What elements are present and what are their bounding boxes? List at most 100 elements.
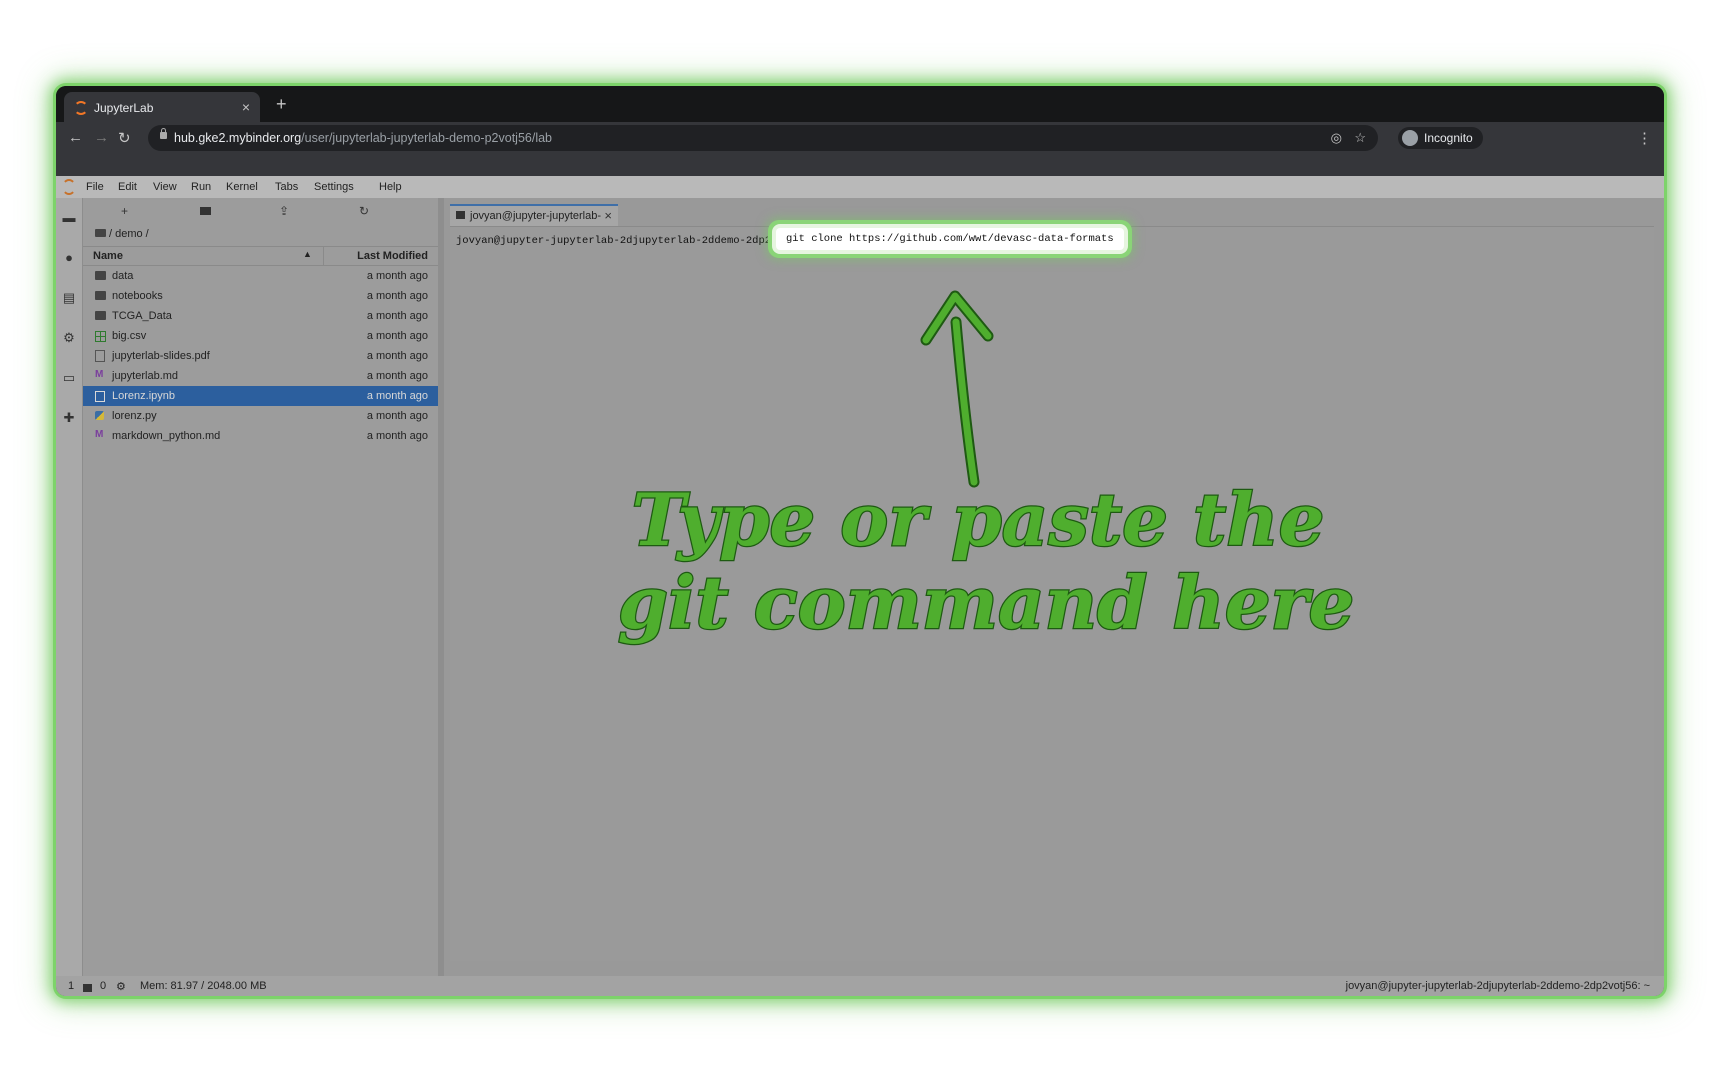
extensions-icon[interactable]: ✚ [62, 411, 76, 424]
file-name: lorenz.py [112, 410, 157, 422]
main-area: jovyan@jupyter-jupyterlab- × jovyan@jupy… [444, 198, 1664, 976]
browser-spacer [56, 154, 1664, 176]
file-row[interactable]: notebooks a month ago [83, 286, 438, 306]
file-row[interactable]: Mmarkdown_python.md a month ago [83, 426, 438, 446]
refresh-icon[interactable]: ↻ [359, 204, 369, 218]
file-browser: + ⇪ ↻ / demo / Name ▲ Last Modified data… [83, 198, 438, 976]
menu-bar: File Edit View Run Kernel Tabs Settings … [56, 176, 1664, 198]
menu-edit[interactable]: Edit [118, 181, 137, 193]
breadcrumb-path[interactable]: / demo / [109, 228, 149, 240]
file-name: markdown_python.md [112, 430, 221, 442]
lock-icon [160, 128, 167, 139]
pdf-file-icon [95, 350, 105, 362]
url-host: hub.gke2.mybinder.org [174, 131, 302, 145]
browser-tab-title: JupyterLab [94, 101, 154, 115]
file-name: jupyterlab.md [112, 370, 179, 382]
markdown-icon: M [95, 369, 104, 380]
file-row[interactable]: data a month ago [83, 266, 438, 286]
running-icon[interactable]: ● [62, 251, 76, 264]
incognito-label: Incognito [1424, 131, 1473, 145]
browser-tab[interactable]: JupyterLab × [64, 92, 260, 122]
jupyterlab-app: File Edit View Run Kernel Tabs Settings … [56, 176, 1664, 996]
file-modified: a month ago [366, 330, 428, 342]
folder-icon [95, 271, 106, 280]
status-memory: Mem: 81.97 / 2048.00 MB [140, 980, 267, 992]
spreadsheet-icon [95, 331, 106, 342]
reload-icon[interactable]: ↻ [118, 129, 131, 147]
file-modified: a month ago [366, 430, 428, 442]
menu-run[interactable]: Run [191, 181, 211, 193]
terminal-prompt: jovyan@jupyter-jupyterlab-2djupyterlab-2… [456, 235, 828, 247]
new-launcher-button[interactable]: + [121, 204, 128, 218]
menu-help[interactable]: Help [379, 181, 402, 193]
upload-icon[interactable]: ⇪ [279, 204, 289, 218]
markdown-icon: M [95, 429, 104, 440]
menu-settings[interactable]: Settings [314, 181, 354, 193]
file-modified: a month ago [366, 310, 428, 322]
python-icon [95, 411, 104, 420]
status-terminal-count[interactable]: 0 [100, 980, 106, 992]
incognito-icon [1402, 130, 1418, 146]
incognito-indicator[interactable]: Incognito [1398, 127, 1483, 149]
property-inspector-icon[interactable]: ⚙ [62, 331, 76, 344]
star-icon[interactable]: ☆ [1354, 130, 1366, 146]
file-row[interactable]: big.csv a month ago [83, 326, 438, 346]
close-tab-icon[interactable]: × [242, 99, 250, 115]
menu-kernel[interactable]: Kernel [226, 181, 258, 193]
file-row[interactable]: Mjupyterlab.md a month ago [83, 366, 438, 386]
terminal-tab[interactable]: jovyan@jupyter-jupyterlab- × [450, 204, 618, 226]
column-name-header[interactable]: Name [93, 250, 123, 262]
commands-icon[interactable]: ▤ [62, 291, 76, 304]
file-modified: a month ago [366, 350, 428, 362]
new-folder-icon[interactable] [200, 207, 211, 215]
file-row[interactable]: Lorenz.ipynb a month ago [83, 386, 438, 406]
screenshot-frame: JupyterLab × + ← → ↻ hub.gke2.mybinder.o… [56, 86, 1664, 996]
address-url: hub.gke2.mybinder.org/user/jupyterlab-ju… [174, 131, 552, 145]
file-modified: a month ago [366, 370, 428, 382]
terminal-panel[interactable]: jovyan@jupyter-jupyterlab-2djupyterlab-2… [450, 226, 1654, 961]
menu-file[interactable]: File [86, 181, 104, 193]
jupyter-favicon-icon [74, 101, 88, 115]
open-tabs-icon[interactable]: ▭ [62, 371, 76, 384]
terminal-tab-label: jovyan@jupyter-jupyterlab- [470, 210, 602, 222]
kebab-menu-icon[interactable]: ⋮ [1637, 129, 1652, 147]
file-name: TCGA_Data [112, 310, 172, 322]
column-modified-header[interactable]: Last Modified [357, 250, 428, 262]
file-row[interactable]: jupyterlab-slides.pdf a month ago [83, 346, 438, 366]
back-icon[interactable]: ← [68, 129, 83, 146]
file-row[interactable]: TCGA_Data a month ago [83, 306, 438, 326]
browser-tab-strip: JupyterLab × + [56, 86, 1664, 122]
folder-icon[interactable]: ▬ [62, 211, 76, 224]
folder-icon [95, 311, 106, 320]
browser-toolbar: ← → ↻ hub.gke2.mybinder.org/user/jupyter… [56, 122, 1664, 154]
address-bar[interactable]: hub.gke2.mybinder.org/user/jupyterlab-ju… [148, 125, 1378, 151]
close-tab-icon[interactable]: × [604, 208, 612, 223]
file-name: big.csv [112, 330, 147, 342]
file-modified: a month ago [366, 290, 428, 302]
file-name: jupyterlab-slides.pdf [112, 350, 210, 362]
column-divider[interactable] [323, 247, 324, 265]
new-tab-button[interactable]: + [276, 94, 287, 115]
menu-view[interactable]: View [153, 181, 177, 193]
left-activity-bar: ▬ ● ▤ ⚙ ▭ ✚ [56, 198, 83, 976]
eye-off-icon[interactable]: ◎ [1331, 130, 1342, 146]
jupyter-logo-icon [62, 179, 76, 195]
status-mode-count[interactable]: 1 [68, 980, 74, 992]
status-terminal-name: jovyan@jupyter-jupyterlab-2djupyterlab-2… [1345, 980, 1650, 992]
folder-icon [95, 291, 106, 300]
url-path: /user/jupyterlab-jupyterlab-demo-p2votj5… [301, 131, 553, 145]
breadcrumb[interactable]: / demo / [95, 228, 149, 240]
menu-tabs[interactable]: Tabs [275, 181, 298, 193]
status-bar: 1 0 ⚙ Mem: 81.97 / 2048.00 MB jovyan@jup… [56, 976, 1664, 996]
sort-ascending-icon[interactable]: ▲ [303, 249, 312, 259]
file-browser-toolbar: + ⇪ ↻ [83, 198, 438, 224]
file-row[interactable]: lorenz.py a month ago [83, 406, 438, 426]
file-name: Lorenz.ipynb [112, 390, 175, 402]
status-kernel-icon: ⚙ [116, 981, 126, 993]
file-modified: a month ago [366, 270, 428, 282]
terminal-command-highlight[interactable]: git clone https://github.com/wwt/devasc-… [776, 228, 1124, 250]
forward-icon[interactable]: → [94, 129, 109, 146]
notebook-icon [95, 391, 105, 402]
home-folder-icon[interactable] [95, 229, 106, 237]
file-list-header: Name ▲ Last Modified [83, 246, 438, 266]
